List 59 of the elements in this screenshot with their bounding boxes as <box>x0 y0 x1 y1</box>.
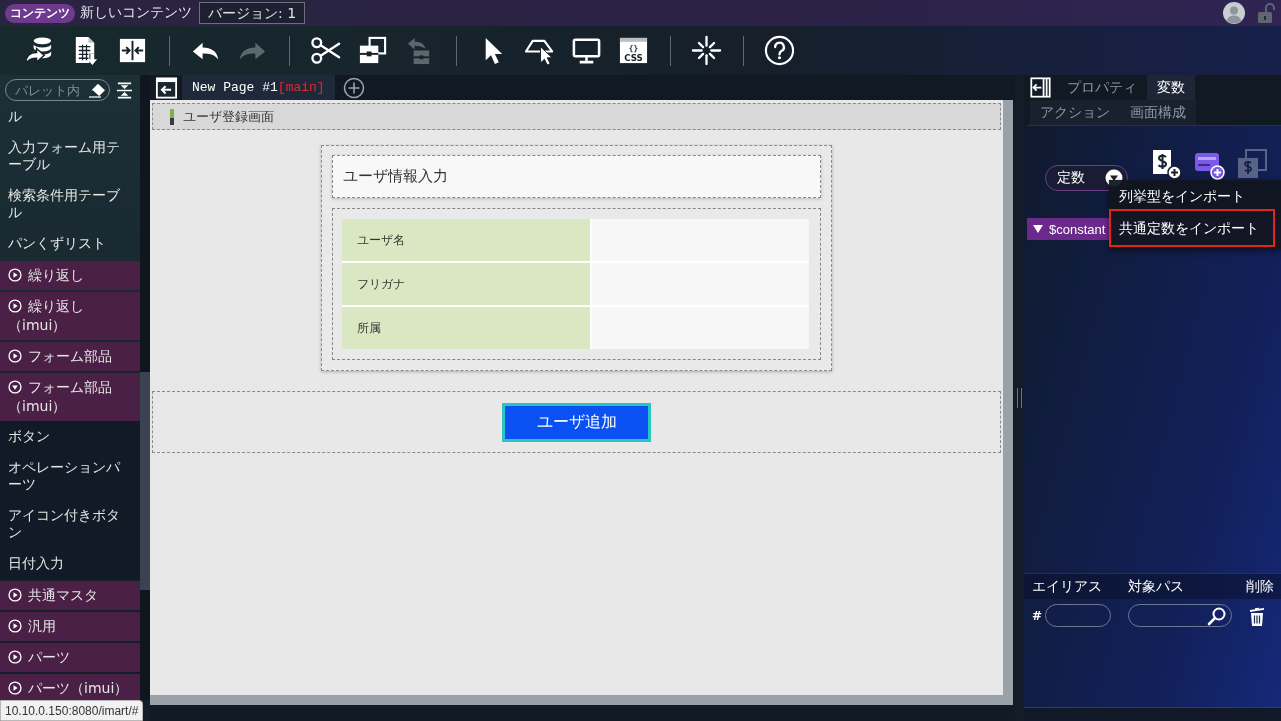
help-icon[interactable] <box>763 35 795 66</box>
palette-item[interactable]: 検索条件用テーブル <box>0 180 140 228</box>
content-badge: コンテンツ <box>5 3 75 23</box>
panel-tab[interactable]: 変数 <box>1147 75 1195 100</box>
content-name: 新しいコンテンツ <box>80 4 192 22</box>
alias-field[interactable] <box>1045 604 1112 627</box>
add-icon[interactable] <box>342 76 365 99</box>
label-cell: 所属 <box>342 307 590 349</box>
padlock-icon[interactable] <box>1257 2 1275 24</box>
collapse-icon[interactable] <box>116 81 133 99</box>
search-icon[interactable] <box>1207 605 1227 626</box>
palette-item[interactable]: 日付入力 <box>0 548 140 579</box>
palette-category[interactable]: フォーム部品 <box>0 342 140 371</box>
add-user-button[interactable]: ユーザ追加 <box>502 402 651 442</box>
dollar-document-plus-icon[interactable] <box>1150 148 1182 180</box>
menu-item[interactable]: 共通定数をインポート <box>1109 209 1275 247</box>
css-file-icon[interactable]: {} CSS <box>617 35 649 66</box>
column-header: 削除 <box>1246 577 1274 596</box>
scrollbar[interactable] <box>140 75 150 700</box>
palette-category[interactable]: フォーム部品（imui） <box>0 373 140 421</box>
type-dropdown[interactable]: 定数 <box>1045 165 1128 191</box>
database-arrow-icon[interactable] <box>22 35 54 66</box>
palette-item[interactable]: ボタン <box>0 421 140 452</box>
scrollbar-thumb[interactable] <box>140 372 150 590</box>
editor-tab[interactable]: New Page #1[main] <box>182 75 335 100</box>
palette-category[interactable]: 繰り返し <box>0 261 140 290</box>
page-title: ユーザ登録画面 <box>183 107 274 126</box>
palette-category[interactable]: 繰り返し（imui） <box>0 292 140 340</box>
panel-tab[interactable]: 画面構成 <box>1120 100 1196 125</box>
palette-category[interactable]: 共通マスタ <box>0 581 140 610</box>
palette-item[interactable]: オペレーションパーツ <box>0 452 140 500</box>
column-header: 対象パス <box>1128 577 1185 596</box>
column-header: エイリアス <box>1032 577 1103 596</box>
spinner-icon[interactable] <box>690 35 722 66</box>
version-label: バージョン: 1 <box>199 2 306 24</box>
palette-item[interactable]: アイコン付きボタン <box>0 500 140 548</box>
form-title: ユーザ情報入力 <box>332 155 821 198</box>
eraser-icon[interactable] <box>88 82 106 98</box>
panel-tab[interactable]: アクション <box>1030 100 1120 125</box>
palette-item[interactable]: 入力フォーム用テーブル <box>0 132 140 180</box>
alias-prefix: # <box>1032 608 1043 623</box>
palette-item[interactable]: パンくずリスト <box>0 228 140 259</box>
avatar-icon[interactable] <box>1223 2 1245 24</box>
expand-triangle-icon[interactable] <box>1033 224 1043 234</box>
scrollbar[interactable] <box>1003 100 1013 695</box>
bar-marker-icon <box>169 108 175 125</box>
variable-name: $constant <box>1049 221 1106 237</box>
panel-tab[interactable]: プロパティ <box>1057 75 1147 100</box>
scrollbar[interactable] <box>150 695 1013 705</box>
palette-category[interactable]: パーツ <box>0 643 140 672</box>
panel-toggle-icon[interactable] <box>1030 77 1051 98</box>
label-cell: ユーザ名 <box>342 219 590 261</box>
arrow-box-icon[interactable] <box>155 76 178 99</box>
label-cell: フリガナ <box>342 263 590 305</box>
scissors-icon[interactable] <box>309 35 341 66</box>
url-tooltip: 10.10.0.150:8080/imart/# <box>0 700 144 721</box>
splitter-handle[interactable] <box>1017 388 1022 408</box>
palette-category[interactable]: 汎用 <box>0 612 140 641</box>
palette-item[interactable]: ル <box>0 105 140 132</box>
